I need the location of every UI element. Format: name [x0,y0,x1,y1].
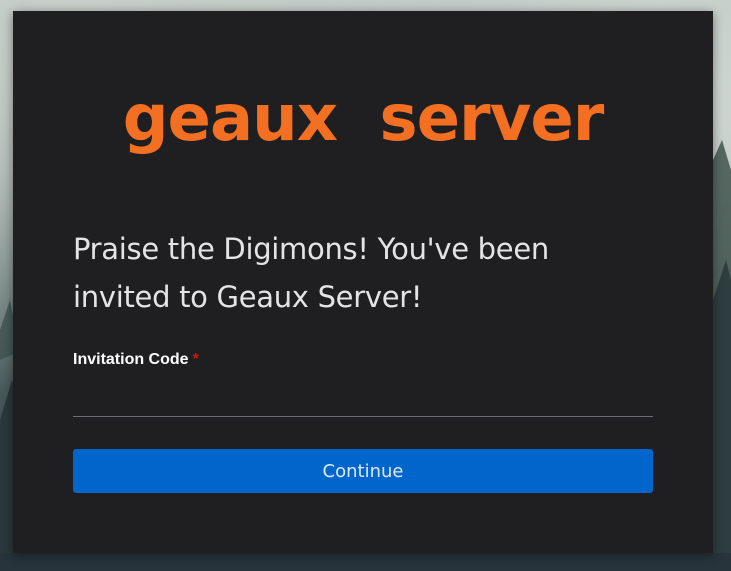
required-marker: * [192,351,199,368]
invitation-code-input[interactable] [73,381,653,417]
invitation-code-label: Invitation Code * [73,350,199,370]
invitation-heading: Praise the Digimons! You've been invited… [73,232,549,314]
continue-button[interactable]: Continue [73,449,653,493]
invitation-code-label-text: Invitation Code [73,351,189,368]
brand-logo: geaux server [122,82,605,156]
invitation-dialog: geaux server Praise the Digimons! You've… [13,11,713,553]
